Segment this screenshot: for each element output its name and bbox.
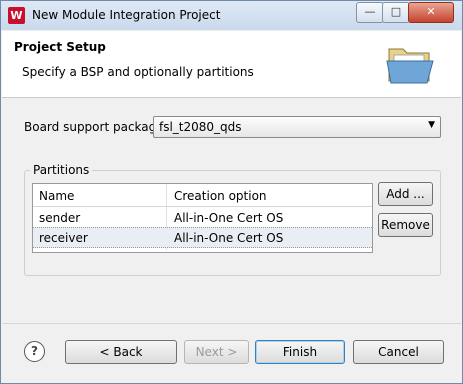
wizard-banner: Project Setup Specify a BSP and optional… bbox=[2, 31, 461, 98]
next-button: Next > bbox=[184, 340, 249, 364]
partition-name: receiver bbox=[39, 231, 88, 245]
column-header-creation-option[interactable]: Creation option bbox=[174, 189, 267, 203]
partitions-table[interactable]: Name Creation option sender All-in-One C… bbox=[32, 183, 373, 253]
back-button[interactable]: < Back bbox=[65, 340, 177, 364]
partition-creation-option: All-in-One Cert OS bbox=[174, 211, 284, 225]
help-icon[interactable]: ? bbox=[24, 341, 45, 362]
window-title: New Module Integration Project bbox=[32, 8, 221, 22]
partitions-group-label: Partitions bbox=[30, 163, 93, 177]
dialog-window: W New Module Integration Project — □ ✕ P… bbox=[0, 0, 463, 384]
column-header-name[interactable]: Name bbox=[39, 189, 74, 203]
minimize-button[interactable]: — bbox=[356, 2, 384, 23]
page-description: Specify a BSP and optionally partitions bbox=[22, 65, 254, 79]
finish-button[interactable]: Finish bbox=[255, 340, 345, 364]
bsp-label: Board support package: bbox=[24, 120, 168, 134]
table-row[interactable]: receiver All-in-One Cert OS bbox=[33, 227, 372, 248]
remove-partition-button[interactable]: Remove bbox=[378, 213, 433, 237]
partition-name: sender bbox=[39, 211, 81, 225]
partition-creation-option: All-in-One Cert OS bbox=[174, 231, 284, 245]
bsp-selected-value: fsl_t2080_qds bbox=[159, 120, 242, 134]
chevron-down-icon[interactable]: ▼ bbox=[428, 120, 435, 130]
add-partition-button[interactable]: Add ... bbox=[378, 182, 433, 206]
page-title: Project Setup bbox=[14, 40, 106, 54]
table-row[interactable]: sender All-in-One Cert OS bbox=[33, 208, 372, 227]
app-logo-icon: W bbox=[8, 7, 25, 24]
footer-divider bbox=[2, 323, 461, 324]
open-folder-icon bbox=[386, 48, 434, 84]
cancel-button[interactable]: Cancel bbox=[353, 340, 444, 364]
table-header: Name Creation option bbox=[33, 184, 372, 207]
maximize-button[interactable]: □ bbox=[382, 2, 410, 23]
close-button[interactable]: ✕ bbox=[408, 2, 454, 23]
title-bar[interactable]: W New Module Integration Project — □ ✕ bbox=[1, 1, 462, 30]
bsp-dropdown[interactable]: fsl_t2080_qds ▼ bbox=[153, 116, 441, 138]
